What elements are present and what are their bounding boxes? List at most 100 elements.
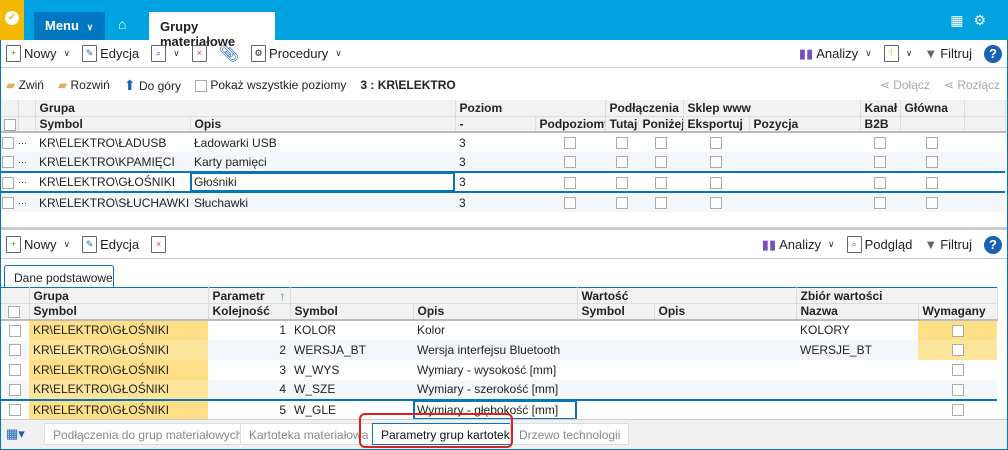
header-grupa[interactable]: Grupa xyxy=(35,100,456,117)
app-logo[interactable]: ✓ xyxy=(0,0,24,40)
search-button[interactable]: ⌕ ∨ xyxy=(151,45,180,62)
row-checkbox[interactable] xyxy=(926,176,939,189)
menu-button[interactable]: Menu ∨ xyxy=(34,12,105,40)
filter-button[interactable]: ▼ Filtruj xyxy=(924,237,972,252)
table-row[interactable]: KR\ELEKTRO\GŁOŚNIKI 2 WERSJA_BT Wersja inte… xyxy=(0,339,998,360)
header-tutaj[interactable]: Tutaj xyxy=(605,116,639,133)
delete-button[interactable]: × xyxy=(151,236,167,253)
header-kolejnosc[interactable]: Kolejność xyxy=(208,303,291,320)
show-all-levels-checkbox[interactable]: Pokaż wszystkie poziomy xyxy=(194,78,346,92)
cell-opis[interactable]: Wymiary - szerokość [mm] xyxy=(413,379,577,400)
analyses-button[interactable]: ▮▮ Analizy ∨ xyxy=(799,46,872,62)
layout-icon[interactable]: ▦▾ xyxy=(6,426,25,442)
header-opis[interactable]: Opis xyxy=(413,303,578,320)
up-button[interactable]: ⬆ Do góry xyxy=(124,77,181,94)
row-checkbox[interactable] xyxy=(564,156,576,169)
header-podlaczenia[interactable]: Podłączenia xyxy=(605,100,684,117)
filter-button[interactable]: ▼ Filtruj xyxy=(924,46,972,61)
row-checkbox[interactable] xyxy=(926,156,939,169)
table-row[interactable]: ··· KR\ELEKTRO\KPAMIĘCI Karty pamięci 3 xyxy=(0,152,1006,172)
tab-podlaczenia[interactable]: Podłączenia do grup materiałowych xyxy=(44,423,252,445)
row-checkbox[interactable] xyxy=(615,137,628,150)
row-checkbox[interactable] xyxy=(654,176,667,189)
row-checkbox[interactable] xyxy=(654,197,667,210)
row-checkbox[interactable] xyxy=(874,176,887,189)
cell-opis[interactable]: Ładowarki USB xyxy=(190,132,455,152)
row-checkbox[interactable] xyxy=(654,156,667,169)
row-checkbox[interactable] xyxy=(564,176,576,189)
header-wartosc-opis[interactable]: Opis xyxy=(654,303,797,320)
chevron-down-icon[interactable]: ∨ xyxy=(173,48,180,59)
edit-button[interactable]: ✎ Edycja xyxy=(82,45,139,62)
analyses-button[interactable]: ▮▮ Analizy ∨ xyxy=(762,237,835,253)
row-checkbox[interactable] xyxy=(951,383,964,396)
row-checkbox[interactable] xyxy=(951,404,964,417)
row-checkbox[interactable] xyxy=(564,137,576,150)
header-podpoziomy[interactable]: Podpoziomy xyxy=(535,116,606,133)
header-wartosc-symbol[interactable]: Symbol xyxy=(577,303,655,320)
edit-button[interactable]: ✎ Edycja xyxy=(82,236,139,253)
cell-opis[interactable]: Słuchawki xyxy=(190,192,455,212)
table-row[interactable]: KR\ELEKTRO\GŁOŚNIKI 3 W_WYS Wymiary - wysok… xyxy=(0,359,997,380)
row-checkbox[interactable] xyxy=(710,176,723,189)
panel-splitter[interactable] xyxy=(0,227,1008,230)
header-b2b[interactable]: B2B xyxy=(860,116,901,133)
header-glowna[interactable]: Główna xyxy=(900,100,965,117)
row-checkbox[interactable] xyxy=(951,324,964,337)
expand-button[interactable]: ▰ Rozwiń xyxy=(58,78,110,92)
row-checkbox[interactable] xyxy=(710,156,723,169)
row-checkbox[interactable] xyxy=(564,197,576,210)
row-checkbox[interactable] xyxy=(926,197,939,210)
row-checkbox[interactable] xyxy=(8,344,21,357)
header-sklep[interactable]: Sklep www xyxy=(683,100,861,117)
row-checkbox[interactable] xyxy=(2,137,14,150)
tab-kartoteka[interactable]: Kartoteka materiałowa xyxy=(240,423,378,445)
help-icon[interactable]: ? xyxy=(984,44,1002,63)
header-eksportuj[interactable]: Eksportuj xyxy=(683,116,750,133)
table-row[interactable]: ··· KR\ELEKTRO\ŁADUSB Ładowarki USB 3 xyxy=(0,132,1005,152)
attach-button[interactable]: ⋖ Dołącz xyxy=(880,78,930,92)
cell-opis[interactable]: Głośniki xyxy=(190,171,455,193)
header-grupa-symbol[interactable]: Symbol xyxy=(29,303,209,320)
header-wymagany[interactable]: Wymagany xyxy=(918,303,998,320)
row-checkbox[interactable] xyxy=(951,344,964,357)
tab-drzewo-technologii[interactable]: Drzewo technologii xyxy=(510,423,630,445)
header-poziom[interactable]: Poziom xyxy=(455,100,606,117)
header-zbior[interactable]: Zbiór wartości xyxy=(796,287,998,304)
header-wartosc[interactable]: Wartość xyxy=(577,287,797,304)
row-checkbox[interactable] xyxy=(615,197,628,210)
collapse-button[interactable]: ▰ Zwiń xyxy=(6,78,44,92)
header-poziom-sub[interactable]: - xyxy=(455,116,536,133)
row-checkbox[interactable] xyxy=(8,404,21,417)
row-checkbox[interactable] xyxy=(926,137,939,150)
cell-opis[interactable]: Karty pamięci xyxy=(190,152,455,172)
row-checkbox[interactable] xyxy=(2,197,14,210)
new-button[interactable]: + Nowy ∨ xyxy=(6,45,70,62)
row-checkbox[interactable] xyxy=(710,197,723,210)
row-menu-icon[interactable]: ··· xyxy=(18,132,35,152)
row-checkbox[interactable] xyxy=(8,324,21,337)
detach-button[interactable]: ⋖ Rozłącz xyxy=(944,78,1000,92)
tab-dane-podstawowe[interactable]: Dane podstawowe xyxy=(4,265,114,288)
help-icon[interactable]: ? xyxy=(984,235,1002,254)
row-checkbox[interactable] xyxy=(2,176,14,189)
apps-grid-icon[interactable]: ▦ xyxy=(950,12,973,28)
table-row[interactable]: KR\ELEKTRO\GŁOŚNIKI 1 KOLOR Kolor KOLORY xyxy=(0,319,998,340)
warnings-button[interactable]: ! ∨ xyxy=(883,45,912,62)
procedures-button[interactable]: ⚙ Procedury ∨ xyxy=(251,45,342,62)
row-checkbox[interactable] xyxy=(874,197,887,210)
row-checkbox[interactable] xyxy=(874,156,887,169)
tab-grupy-materialowe[interactable]: Grupy materiałowe xyxy=(149,12,275,49)
header-kanal[interactable]: Kanał xyxy=(860,100,901,117)
row-checkbox[interactable] xyxy=(8,383,21,396)
cell-opis[interactable]: Wymiary - wysokość [mm] xyxy=(413,360,577,380)
select-all-checkbox[interactable] xyxy=(8,306,21,319)
row-checkbox[interactable] xyxy=(654,137,667,150)
table-row[interactable]: ··· KR\ELEKTRO\SŁUCHAWKI Słuchawki 3 xyxy=(0,192,1006,212)
header-symbol[interactable]: Symbol xyxy=(35,116,191,133)
header-pozycja[interactable]: Pozycja xyxy=(749,116,861,133)
table-row[interactable]: KR\ELEKTRO\GŁOŚNIKI 4 W_SZE Wymiary - szero… xyxy=(0,379,998,400)
row-checkbox[interactable] xyxy=(951,364,964,377)
delete-button[interactable]: × xyxy=(191,45,207,62)
row-menu-icon[interactable]: ··· xyxy=(18,152,35,172)
